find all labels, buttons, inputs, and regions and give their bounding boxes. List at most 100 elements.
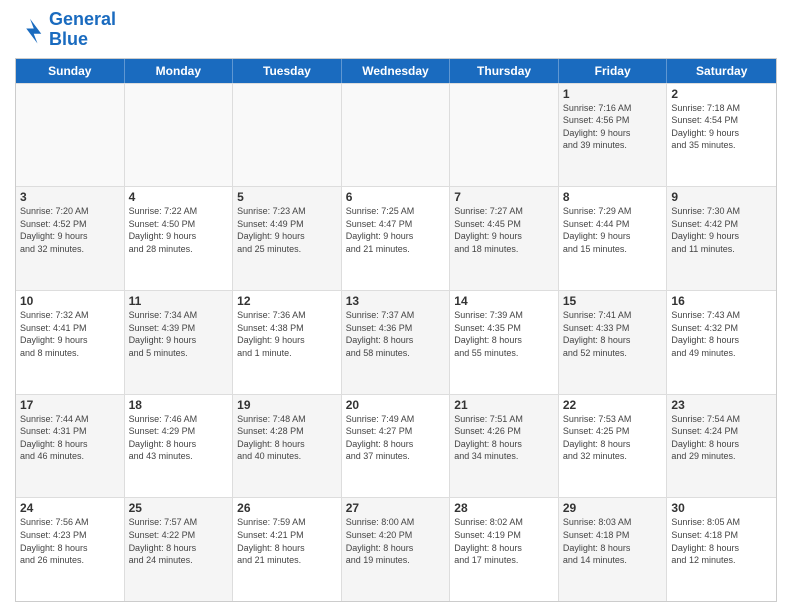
day-number: 13 — [346, 294, 446, 308]
day-cell-28: 28Sunrise: 8:02 AM Sunset: 4:19 PM Dayli… — [450, 498, 559, 601]
day-cell-5: 5Sunrise: 7:23 AM Sunset: 4:49 PM Daylig… — [233, 187, 342, 290]
day-info: Sunrise: 7:36 AM Sunset: 4:38 PM Dayligh… — [237, 309, 337, 359]
day-cell-9: 9Sunrise: 7:30 AM Sunset: 4:42 PM Daylig… — [667, 187, 776, 290]
day-info: Sunrise: 7:30 AM Sunset: 4:42 PM Dayligh… — [671, 205, 772, 255]
day-cell-29: 29Sunrise: 8:03 AM Sunset: 4:18 PM Dayli… — [559, 498, 668, 601]
day-info: Sunrise: 8:02 AM Sunset: 4:19 PM Dayligh… — [454, 516, 554, 566]
day-info: Sunrise: 8:03 AM Sunset: 4:18 PM Dayligh… — [563, 516, 663, 566]
header-day-saturday: Saturday — [667, 59, 776, 83]
day-number: 16 — [671, 294, 772, 308]
day-info: Sunrise: 7:48 AM Sunset: 4:28 PM Dayligh… — [237, 413, 337, 463]
day-info: Sunrise: 7:32 AM Sunset: 4:41 PM Dayligh… — [20, 309, 120, 359]
day-info: Sunrise: 7:43 AM Sunset: 4:32 PM Dayligh… — [671, 309, 772, 359]
day-number: 9 — [671, 190, 772, 204]
day-cell-19: 19Sunrise: 7:48 AM Sunset: 4:28 PM Dayli… — [233, 395, 342, 498]
day-cell-7: 7Sunrise: 7:27 AM Sunset: 4:45 PM Daylig… — [450, 187, 559, 290]
header-day-thursday: Thursday — [450, 59, 559, 83]
day-cell-13: 13Sunrise: 7:37 AM Sunset: 4:36 PM Dayli… — [342, 291, 451, 394]
header-day-sunday: Sunday — [16, 59, 125, 83]
day-number: 11 — [129, 294, 229, 308]
day-cell-6: 6Sunrise: 7:25 AM Sunset: 4:47 PM Daylig… — [342, 187, 451, 290]
day-number: 12 — [237, 294, 337, 308]
day-number: 8 — [563, 190, 663, 204]
day-info: Sunrise: 7:22 AM Sunset: 4:50 PM Dayligh… — [129, 205, 229, 255]
calendar-row-4: 24Sunrise: 7:56 AM Sunset: 4:23 PM Dayli… — [16, 497, 776, 601]
day-cell-2: 2Sunrise: 7:18 AM Sunset: 4:54 PM Daylig… — [667, 84, 776, 187]
day-cell-1: 1Sunrise: 7:16 AM Sunset: 4:56 PM Daylig… — [559, 84, 668, 187]
day-number: 1 — [563, 87, 663, 101]
day-info: Sunrise: 7:37 AM Sunset: 4:36 PM Dayligh… — [346, 309, 446, 359]
calendar-row-0: 1Sunrise: 7:16 AM Sunset: 4:56 PM Daylig… — [16, 83, 776, 187]
day-cell-15: 15Sunrise: 7:41 AM Sunset: 4:33 PM Dayli… — [559, 291, 668, 394]
empty-cell-0-3 — [342, 84, 451, 187]
day-info: Sunrise: 7:27 AM Sunset: 4:45 PM Dayligh… — [454, 205, 554, 255]
day-info: Sunrise: 7:59 AM Sunset: 4:21 PM Dayligh… — [237, 516, 337, 566]
day-number: 27 — [346, 501, 446, 515]
day-info: Sunrise: 7:44 AM Sunset: 4:31 PM Dayligh… — [20, 413, 120, 463]
empty-cell-0-2 — [233, 84, 342, 187]
day-cell-14: 14Sunrise: 7:39 AM Sunset: 4:35 PM Dayli… — [450, 291, 559, 394]
day-info: Sunrise: 7:34 AM Sunset: 4:39 PM Dayligh… — [129, 309, 229, 359]
header-day-monday: Monday — [125, 59, 234, 83]
day-number: 18 — [129, 398, 229, 412]
day-info: Sunrise: 7:53 AM Sunset: 4:25 PM Dayligh… — [563, 413, 663, 463]
day-info: Sunrise: 7:51 AM Sunset: 4:26 PM Dayligh… — [454, 413, 554, 463]
day-info: Sunrise: 7:39 AM Sunset: 4:35 PM Dayligh… — [454, 309, 554, 359]
day-cell-26: 26Sunrise: 7:59 AM Sunset: 4:21 PM Dayli… — [233, 498, 342, 601]
day-info: Sunrise: 7:54 AM Sunset: 4:24 PM Dayligh… — [671, 413, 772, 463]
day-number: 15 — [563, 294, 663, 308]
day-info: Sunrise: 7:20 AM Sunset: 4:52 PM Dayligh… — [20, 205, 120, 255]
day-number: 10 — [20, 294, 120, 308]
day-number: 6 — [346, 190, 446, 204]
logo-text: General Blue — [49, 10, 116, 50]
day-cell-24: 24Sunrise: 7:56 AM Sunset: 4:23 PM Dayli… — [16, 498, 125, 601]
day-number: 5 — [237, 190, 337, 204]
logo: General Blue — [15, 10, 116, 50]
day-cell-18: 18Sunrise: 7:46 AM Sunset: 4:29 PM Dayli… — [125, 395, 234, 498]
day-number: 3 — [20, 190, 120, 204]
day-info: Sunrise: 7:46 AM Sunset: 4:29 PM Dayligh… — [129, 413, 229, 463]
day-info: Sunrise: 8:05 AM Sunset: 4:18 PM Dayligh… — [671, 516, 772, 566]
calendar-row-1: 3Sunrise: 7:20 AM Sunset: 4:52 PM Daylig… — [16, 186, 776, 290]
day-cell-16: 16Sunrise: 7:43 AM Sunset: 4:32 PM Dayli… — [667, 291, 776, 394]
day-cell-11: 11Sunrise: 7:34 AM Sunset: 4:39 PM Dayli… — [125, 291, 234, 394]
day-cell-22: 22Sunrise: 7:53 AM Sunset: 4:25 PM Dayli… — [559, 395, 668, 498]
calendar-header: SundayMondayTuesdayWednesdayThursdayFrid… — [16, 59, 776, 83]
day-number: 25 — [129, 501, 229, 515]
calendar-row-3: 17Sunrise: 7:44 AM Sunset: 4:31 PM Dayli… — [16, 394, 776, 498]
day-cell-27: 27Sunrise: 8:00 AM Sunset: 4:20 PM Dayli… — [342, 498, 451, 601]
day-info: Sunrise: 7:18 AM Sunset: 4:54 PM Dayligh… — [671, 102, 772, 152]
day-info: Sunrise: 7:41 AM Sunset: 4:33 PM Dayligh… — [563, 309, 663, 359]
day-number: 21 — [454, 398, 554, 412]
day-number: 28 — [454, 501, 554, 515]
day-number: 2 — [671, 87, 772, 101]
day-cell-23: 23Sunrise: 7:54 AM Sunset: 4:24 PM Dayli… — [667, 395, 776, 498]
empty-cell-0-4 — [450, 84, 559, 187]
day-info: Sunrise: 7:29 AM Sunset: 4:44 PM Dayligh… — [563, 205, 663, 255]
day-info: Sunrise: 7:49 AM Sunset: 4:27 PM Dayligh… — [346, 413, 446, 463]
day-number: 20 — [346, 398, 446, 412]
page-header: General Blue — [15, 10, 777, 50]
day-cell-12: 12Sunrise: 7:36 AM Sunset: 4:38 PM Dayli… — [233, 291, 342, 394]
day-number: 30 — [671, 501, 772, 515]
day-number: 26 — [237, 501, 337, 515]
day-cell-25: 25Sunrise: 7:57 AM Sunset: 4:22 PM Dayli… — [125, 498, 234, 601]
day-cell-3: 3Sunrise: 7:20 AM Sunset: 4:52 PM Daylig… — [16, 187, 125, 290]
day-cell-30: 30Sunrise: 8:05 AM Sunset: 4:18 PM Dayli… — [667, 498, 776, 601]
day-info: Sunrise: 7:16 AM Sunset: 4:56 PM Dayligh… — [563, 102, 663, 152]
day-number: 22 — [563, 398, 663, 412]
logo-icon — [15, 15, 45, 45]
day-number: 14 — [454, 294, 554, 308]
day-info: Sunrise: 7:57 AM Sunset: 4:22 PM Dayligh… — [129, 516, 229, 566]
day-number: 24 — [20, 501, 120, 515]
empty-cell-0-0 — [16, 84, 125, 187]
calendar-body: 1Sunrise: 7:16 AM Sunset: 4:56 PM Daylig… — [16, 83, 776, 601]
day-info: Sunrise: 7:23 AM Sunset: 4:49 PM Dayligh… — [237, 205, 337, 255]
day-cell-10: 10Sunrise: 7:32 AM Sunset: 4:41 PM Dayli… — [16, 291, 125, 394]
day-cell-21: 21Sunrise: 7:51 AM Sunset: 4:26 PM Dayli… — [450, 395, 559, 498]
day-number: 19 — [237, 398, 337, 412]
header-day-friday: Friday — [559, 59, 668, 83]
day-info: Sunrise: 7:56 AM Sunset: 4:23 PM Dayligh… — [20, 516, 120, 566]
day-info: Sunrise: 8:00 AM Sunset: 4:20 PM Dayligh… — [346, 516, 446, 566]
header-day-wednesday: Wednesday — [342, 59, 451, 83]
